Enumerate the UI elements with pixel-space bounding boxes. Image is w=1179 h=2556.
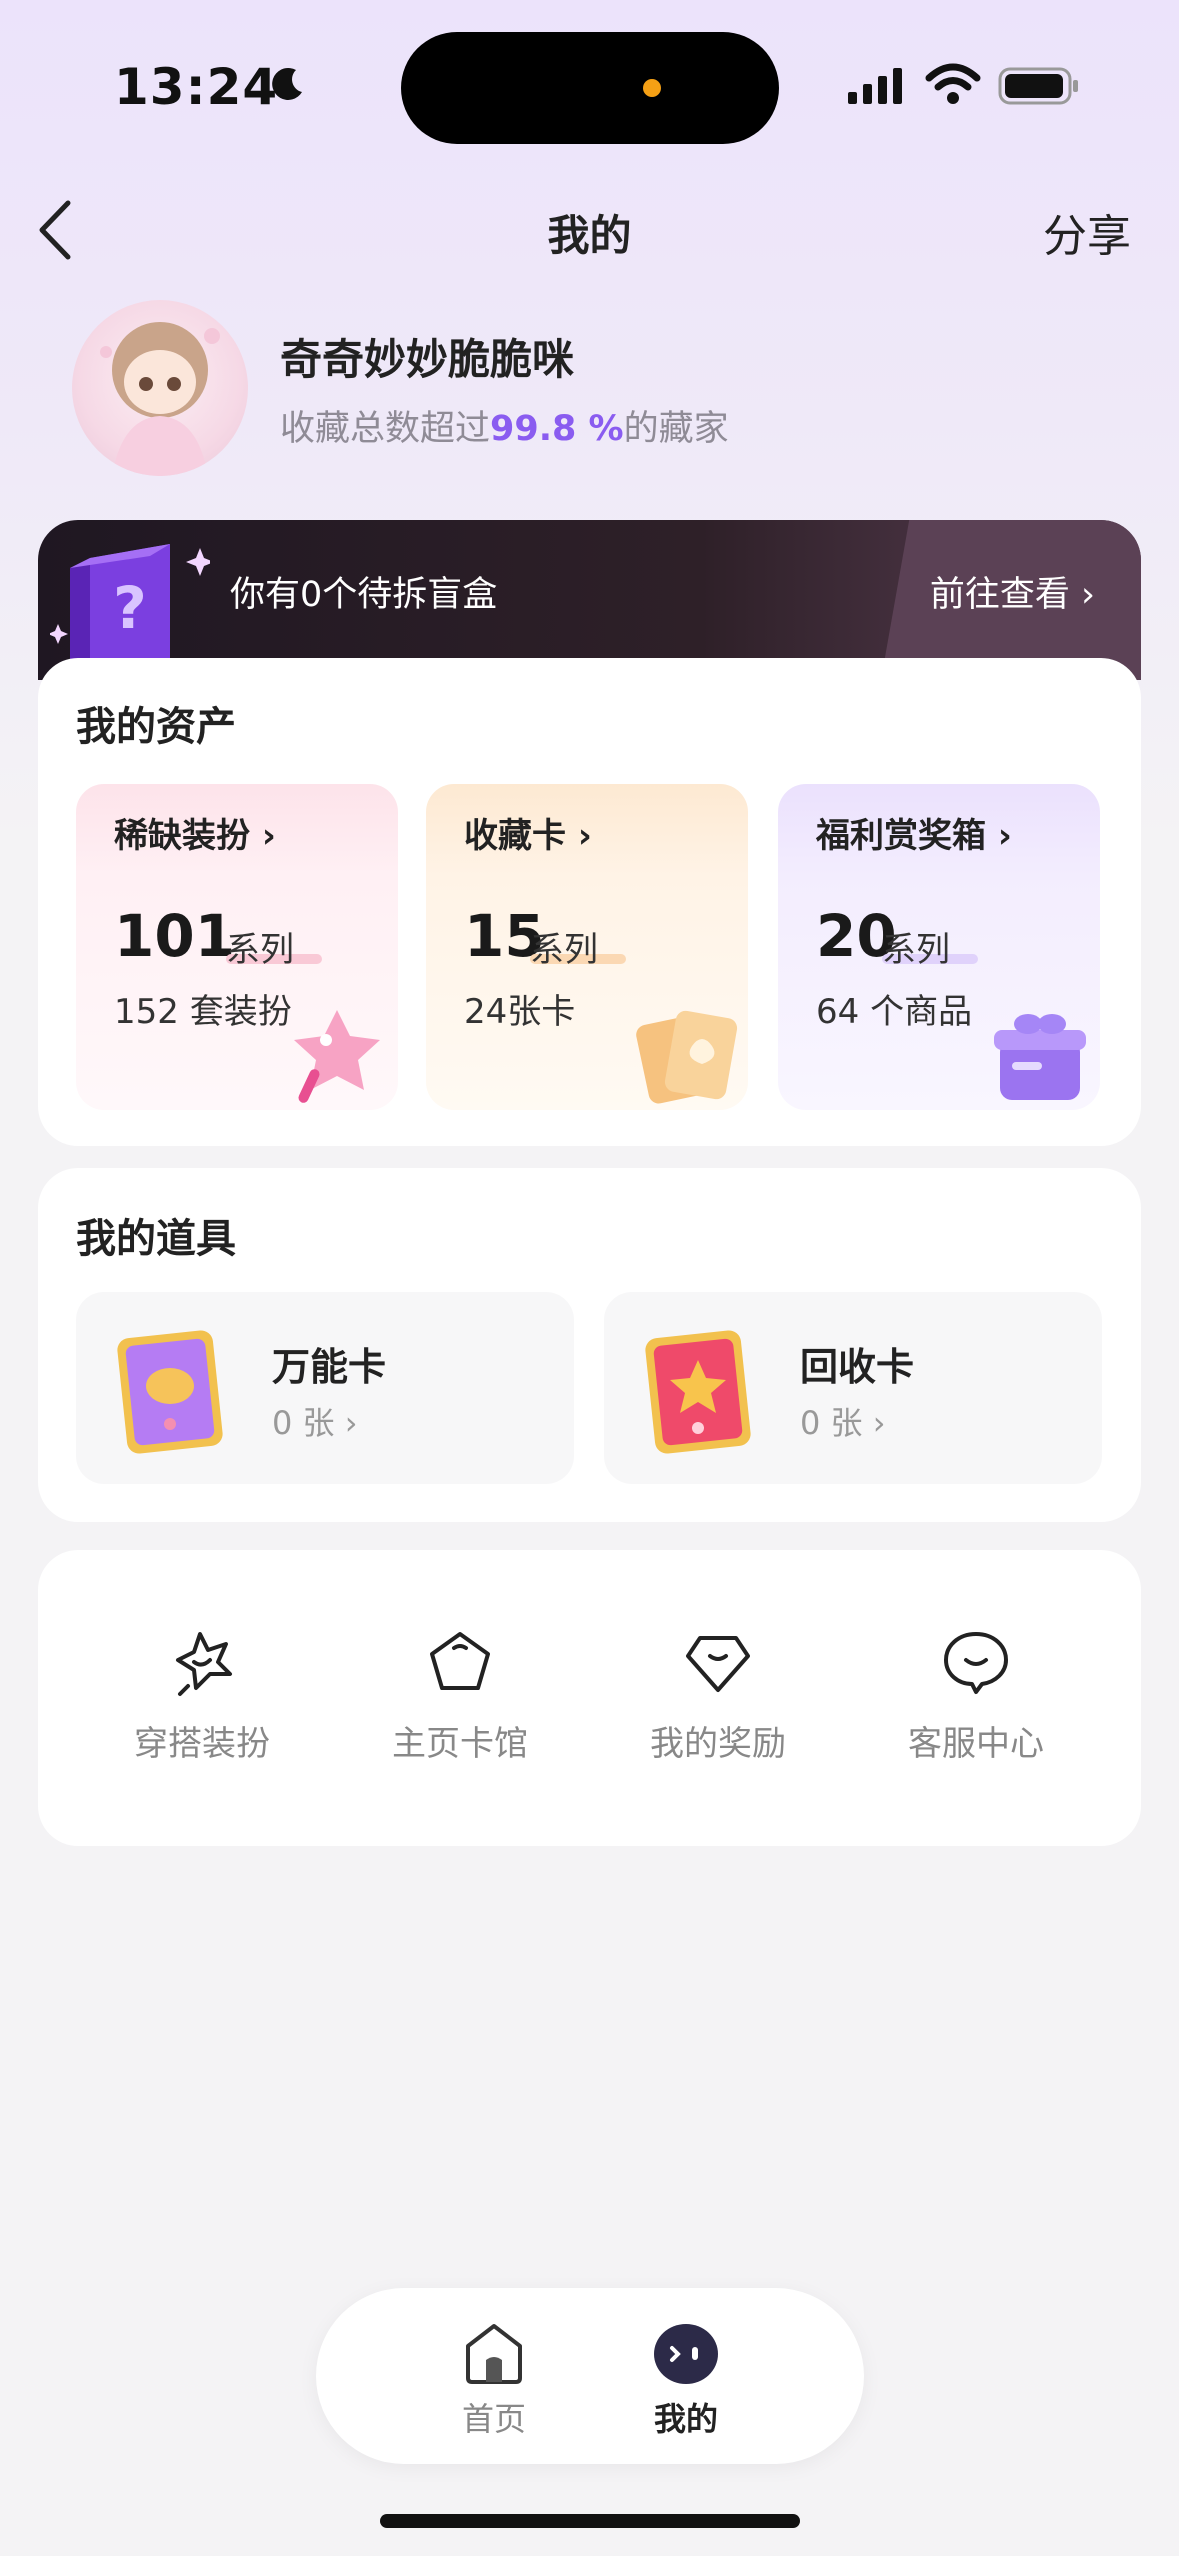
asset-tile-label: 收藏卡 › <box>464 816 592 856</box>
prop-name: 回收卡 <box>800 1345 915 1389</box>
asset-tile-collection-cards[interactable]: 收藏卡 › 15 系列 24张卡 <box>426 784 748 1110</box>
asset-tile-unit: 系列 <box>530 930 598 970</box>
menu-item-customer-service[interactable]: 客服中心 <box>876 1626 1076 1765</box>
my-assets-card: 我的资产 稀缺装扮 › 101 系列 152 套装扮 收藏卡 › 15 系列 2… <box>38 658 1141 1146</box>
shortcut-menu-card: 穿搭装扮 主页卡馆 我的奖励 客服中心 <box>38 1550 1141 1846</box>
menu-item-label: 客服中心 <box>908 1724 1044 1764</box>
collector-rank-suffix: 的藏家 <box>623 409 729 449</box>
asset-tile-sub: 24张卡 <box>464 992 576 1032</box>
my-props-card: 我的道具 万能卡 0 张 › 回收卡 0 张 › <box>38 1168 1141 1522</box>
view-blind-box-link[interactable]: 前往查看 › <box>930 566 1095 617</box>
menu-item-label: 主页卡馆 <box>392 1724 528 1764</box>
menu-item-homepage-card-hall[interactable]: 主页卡馆 <box>360 1626 560 1765</box>
home-icon <box>466 2324 522 2384</box>
tab-label: 我的 <box>653 2400 718 2438</box>
moon-icon <box>272 67 302 100</box>
asset-tile-sub: 64 个商品 <box>816 992 973 1032</box>
tab-home[interactable]: 首页 <box>424 2318 564 2440</box>
wifi-icon <box>925 63 981 104</box>
menu-item-label: 我的奖励 <box>650 1724 786 1764</box>
home-indicator <box>380 2514 800 2528</box>
asset-tile-rare-outfits[interactable]: 稀缺装扮 › 101 系列 152 套装扮 <box>76 784 398 1110</box>
asset-tile-sub: 152 套装扮 <box>114 992 292 1032</box>
mine-face-icon <box>654 2324 718 2384</box>
avatar[interactable] <box>72 300 248 476</box>
menu-item-label: 穿搭装扮 <box>134 1724 270 1764</box>
recording-indicator <box>643 79 661 97</box>
my-assets-title: 我的资产 <box>76 704 236 750</box>
avatar-illustration <box>100 322 220 476</box>
tab-label: 首页 <box>461 2400 526 2438</box>
asset-tile-unit: 系列 <box>882 930 950 970</box>
collector-rank-prefix: 收藏总数超过 <box>280 409 491 449</box>
prop-name: 万能卡 <box>272 1345 387 1389</box>
username: 奇奇妙妙脆脆咪 <box>280 335 575 384</box>
collector-rank: 收藏总数超过99.8 %的藏家 <box>280 400 729 451</box>
asset-tile-count: 101 <box>114 902 236 970</box>
star-bubble-icon <box>176 1632 232 1696</box>
chat-bubble-icon <box>944 1632 1008 1694</box>
star-wand-icon <box>294 1010 380 1103</box>
asset-tile-label: 稀缺装扮 › <box>114 816 276 856</box>
status-bar: 13:24 <box>0 0 1179 150</box>
battery-icon <box>998 67 1078 105</box>
prop-count: 0 张 › <box>272 1404 358 1442</box>
menu-item-outfit[interactable]: 穿搭装扮 <box>102 1626 302 1765</box>
universal-card-icon <box>117 1330 223 1454</box>
cellular-signal-icon <box>848 68 902 104</box>
page-title: 我的 <box>547 211 632 260</box>
mystery-box-icon: ? <box>50 544 210 668</box>
menu-item-my-rewards[interactable]: 我的奖励 <box>618 1626 818 1765</box>
pentagon-icon <box>430 1632 490 1690</box>
gem-icon <box>686 1636 750 1692</box>
status-time: 13:24 <box>114 58 279 116</box>
asset-tile-unit: 系列 <box>226 930 294 970</box>
blind-box-count-text: 你有0个待拆盲盒 <box>230 575 498 615</box>
prop-item-universal-card[interactable]: 万能卡 0 张 › <box>76 1292 574 1484</box>
recycle-card-icon <box>645 1330 751 1454</box>
bottom-tab-bar: 首页 我的 <box>316 2288 864 2464</box>
cards-icon <box>636 1010 738 1104</box>
prop-count: 0 张 › <box>800 1404 886 1442</box>
asset-tile-reward-boxes[interactable]: 福利赏奖箱 › 20 系列 64 个商品 <box>778 784 1100 1110</box>
prop-item-recycle-card[interactable]: 回收卡 0 张 › <box>604 1292 1102 1484</box>
dynamic-island <box>401 32 779 144</box>
gift-box-icon <box>994 1014 1086 1100</box>
svg-text:?: ? <box>113 574 147 642</box>
share-button[interactable]: 分享 <box>1043 200 1131 264</box>
asset-tile-label: 福利赏奖箱 › <box>816 816 1012 856</box>
my-props-title: 我的道具 <box>76 1216 236 1262</box>
tab-mine[interactable]: 我的 <box>616 2318 756 2440</box>
collector-rank-percent: 99.8 % <box>490 409 624 449</box>
